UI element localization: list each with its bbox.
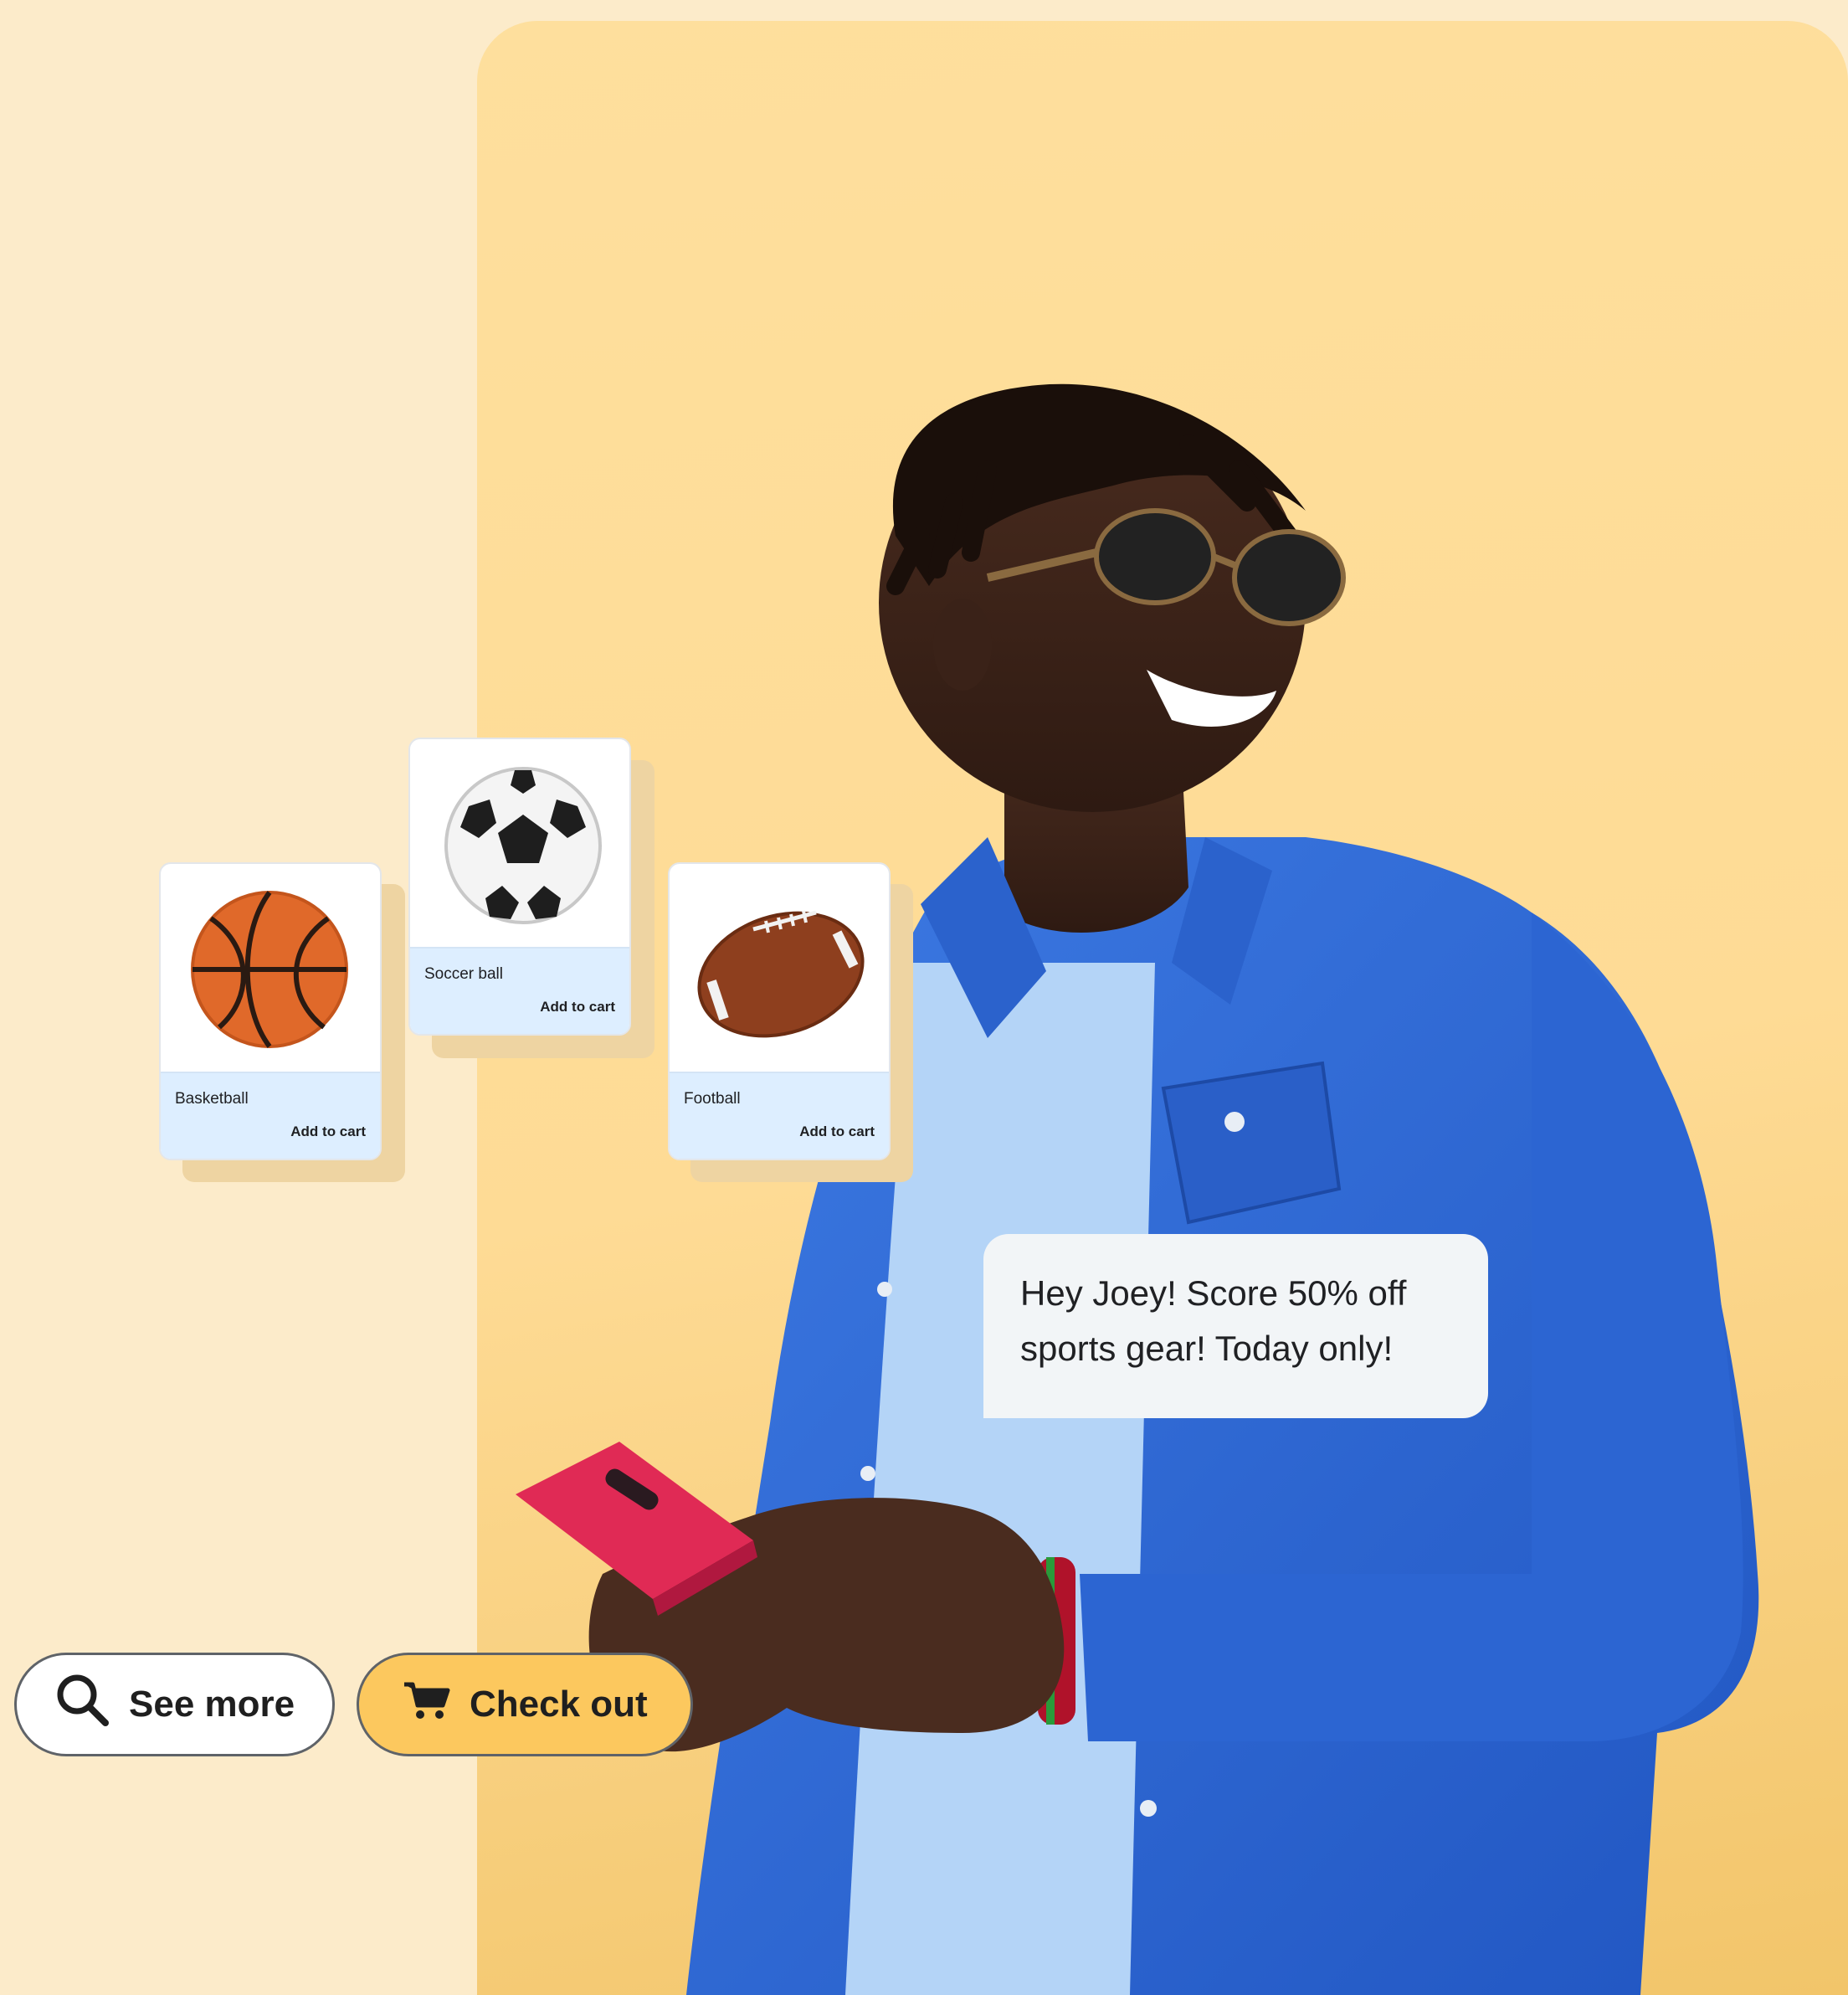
- message-line: Hey Joey! Score 50% off: [1020, 1273, 1407, 1313]
- product-card-basketball[interactable]: Basketball Add to cart: [159, 862, 382, 1160]
- card-footer: Football Add to cart: [670, 1072, 889, 1159]
- message-line: sports gear! Today only!: [1020, 1329, 1394, 1368]
- american-football-image: [670, 864, 889, 1075]
- product-name: Soccer ball: [424, 965, 503, 983]
- product-card-football[interactable]: Football Add to cart: [668, 862, 891, 1160]
- add-to-cart-button[interactable]: Add to cart: [290, 1123, 366, 1140]
- check-out-label: Check out: [470, 1684, 648, 1725]
- soccer-ball-image: [410, 739, 629, 950]
- product-name: Football: [684, 1090, 741, 1108]
- card-footer: Basketball Add to cart: [161, 1072, 380, 1159]
- see-more-label: See more: [129, 1684, 295, 1725]
- search-icon: [55, 1673, 110, 1737]
- see-more-button[interactable]: See more: [14, 1653, 335, 1756]
- promo-message-bubble: Hey Joey! Score 50% off sports gear! Tod…: [983, 1234, 1488, 1418]
- add-to-cart-button[interactable]: Add to cart: [799, 1123, 875, 1140]
- basketball-image: [161, 864, 380, 1075]
- product-card-soccer-ball[interactable]: Soccer ball Add to cart: [408, 738, 631, 1036]
- check-out-button[interactable]: Check out: [357, 1653, 693, 1756]
- add-to-cart-button[interactable]: Add to cart: [540, 999, 615, 1015]
- shopping-cart-icon: [403, 1680, 451, 1730]
- product-name: Basketball: [175, 1090, 249, 1108]
- card-footer: Soccer ball Add to cart: [410, 947, 629, 1034]
